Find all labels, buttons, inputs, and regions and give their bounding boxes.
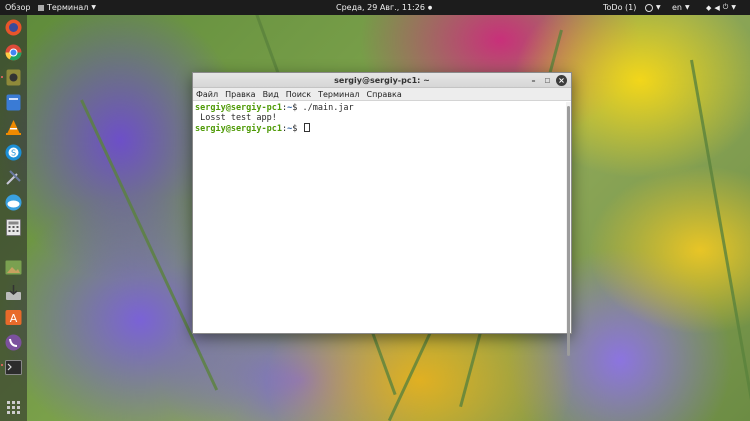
window-menubar: Файл Правка Вид Поиск Терминал Справка — [193, 88, 571, 101]
volume-icon: ◀ — [714, 3, 720, 12]
scrollbar-thumb[interactable] — [567, 106, 570, 356]
todo-label: ToDo (1) — [603, 3, 637, 12]
running-indicator — [1, 76, 3, 78]
close-icon: × — [558, 76, 565, 85]
menu-file[interactable]: Файл — [196, 90, 218, 99]
activities-label: Обзор — [5, 3, 31, 12]
svg-text:A: A — [10, 312, 18, 325]
terminal-icon[interactable] — [4, 358, 23, 377]
accessibility-menu[interactable]: ▼ — [645, 0, 661, 15]
wallpaper-stem — [387, 329, 433, 421]
weather-icon[interactable] — [4, 193, 23, 212]
terminal-cursor — [303, 123, 310, 132]
skype-icon[interactable]: S — [4, 143, 23, 162]
dock: S A — [0, 15, 27, 421]
power-icon: ⏻ — [722, 3, 729, 11]
accessibility-icon — [645, 3, 653, 12]
tools-icon[interactable] — [4, 168, 23, 187]
clock[interactable]: Среда, 29 Авг., 11:26 ● — [336, 0, 432, 15]
vlc-icon[interactable] — [4, 118, 23, 137]
scrollbar[interactable] — [566, 102, 571, 356]
terminal-output[interactable]: sergiy@sergiy-pc1:~$ ./main.jar Losst te… — [193, 102, 566, 333]
notification-dot-icon: ● — [427, 4, 433, 11]
terminal-command: ./main.jar — [297, 103, 354, 113]
svg-text:S: S — [11, 149, 16, 158]
language-menu[interactable]: en ▼ — [672, 0, 690, 15]
network-icon: ◆ — [706, 3, 712, 12]
menu-terminal[interactable]: Терминал — [318, 90, 359, 99]
app-menu[interactable]: Терминал ▼ — [38, 0, 96, 15]
viber-icon[interactable] — [4, 333, 23, 352]
close-button[interactable]: × — [556, 75, 567, 86]
chevron-down-icon: ▼ — [731, 4, 736, 11]
media-player-icon[interactable] — [4, 68, 23, 87]
menu-help[interactable]: Справка — [367, 90, 402, 99]
prompt-user: sergiy@sergiy-pc1 — [195, 124, 282, 134]
files-icon[interactable] — [4, 93, 23, 112]
menu-edit[interactable]: Правка — [225, 90, 255, 99]
firefox-icon[interactable] — [4, 18, 23, 37]
activities-button[interactable]: Обзор — [5, 0, 30, 15]
app-menu-label: Терминал — [47, 3, 89, 12]
window-titlebar[interactable]: sergiy@sergiy-pc1: ~ – □ × — [193, 73, 571, 88]
prompt-user: sergiy@sergiy-pc1 — [195, 103, 282, 113]
software-center-icon[interactable]: A — [4, 308, 23, 327]
language-label: en — [672, 3, 682, 12]
window-title: sergiy@sergiy-pc1: ~ — [334, 75, 430, 85]
maximize-icon: □ — [544, 77, 551, 84]
clock-label: Среда, 29 Авг., 11:26 — [336, 3, 425, 12]
todo-indicator[interactable]: ToDo (1) — [603, 0, 636, 15]
top-bar: Обзор Терминал ▼ Среда, 29 Авг., 11:26 ●… — [0, 0, 750, 15]
prompt-path: ~ — [287, 124, 293, 134]
terminal-app-icon — [38, 4, 44, 11]
chrome-icon[interactable] — [4, 43, 23, 62]
calculator-icon[interactable] — [4, 218, 23, 237]
minimize-icon: – — [531, 76, 536, 85]
wallpaper-stem — [690, 59, 750, 415]
installer-icon[interactable] — [4, 283, 23, 302]
running-indicator — [1, 364, 3, 366]
image-viewer-icon[interactable] — [4, 258, 23, 277]
system-menu[interactable]: ◆ ◀ ⏻ ▼ — [706, 0, 736, 15]
chevron-down-icon: ▼ — [656, 4, 661, 11]
menu-search[interactable]: Поиск — [286, 90, 311, 99]
terminal-line: sergiy@sergiy-pc1:~$ ./main.jar — [195, 103, 354, 113]
minimize-button[interactable]: – — [528, 75, 539, 86]
terminal-output-line: Losst test app! — [195, 113, 277, 123]
terminal-window: sergiy@sergiy-pc1: ~ – □ × Файл Правка В… — [192, 72, 572, 356]
chevron-down-icon: ▼ — [685, 4, 690, 11]
app-grid-icon[interactable] — [4, 398, 23, 417]
maximize-button[interactable]: □ — [542, 75, 553, 86]
terminal-line: sergiy@sergiy-pc1:~$ — [195, 123, 564, 134]
menu-view[interactable]: Вид — [263, 90, 279, 99]
prompt-path: ~ — [287, 103, 293, 113]
chevron-down-icon: ▼ — [91, 4, 96, 11]
